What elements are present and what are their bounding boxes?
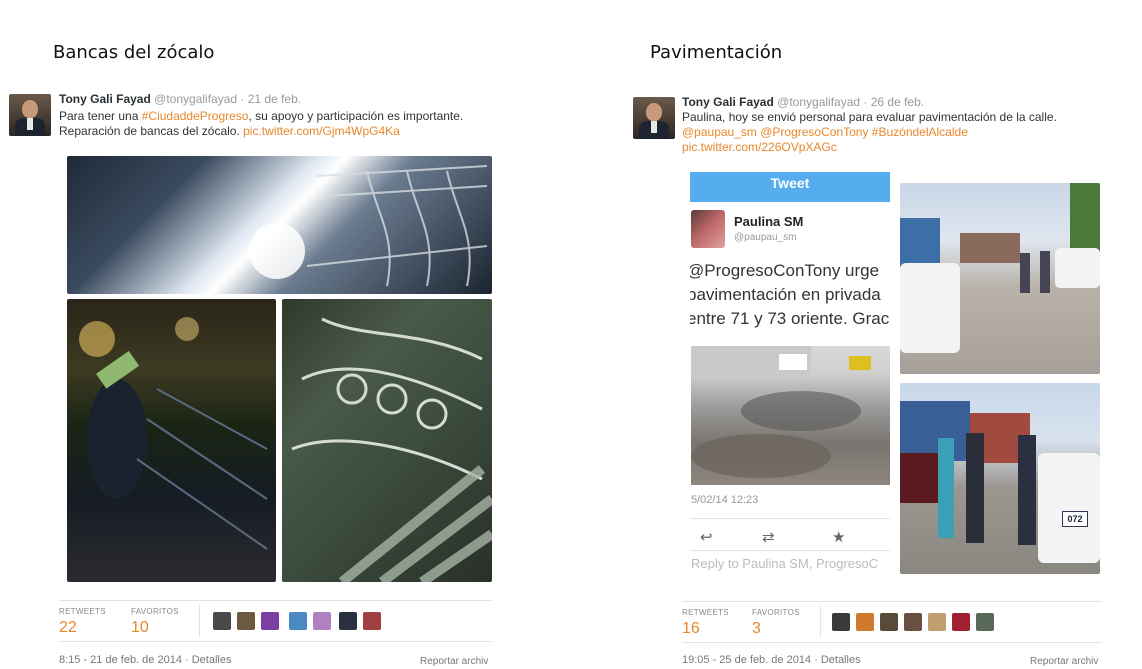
- retweets-count[interactable]: 16: [682, 620, 700, 638]
- user-avatar-thumb[interactable]: [261, 612, 279, 630]
- stats-bar: RETWEETS 22 FAVORITOS 10: [59, 600, 492, 642]
- favorites-count[interactable]: 3: [752, 620, 761, 638]
- author-name[interactable]: Tony Gali Fayad: [682, 95, 774, 109]
- favorites-label: FAVORITOS: [131, 607, 179, 616]
- user-avatar-thumb[interactable]: [832, 613, 850, 631]
- section-title-pavimentacion: Pavimentación: [650, 42, 783, 63]
- hashtag-link[interactable]: #CiudaddeProgreso: [142, 109, 249, 123]
- section-title-bancas: Bancas del zócalo: [53, 42, 215, 63]
- user-avatar-thumb[interactable]: [289, 612, 307, 630]
- author-handle[interactable]: @tonygalifayad: [154, 92, 237, 106]
- user-avatar-thumb[interactable]: [952, 613, 970, 631]
- tweet-text-line: Paulina, hoy se envió personal para eval…: [682, 110, 1057, 124]
- tweet-date[interactable]: · 26 de feb.: [863, 95, 924, 109]
- pic-link[interactable]: pic.twitter.com/Gjm4WpG4Ka: [243, 124, 400, 138]
- embedded-text-line: entre 71 y 73 oriente. Grac: [690, 309, 890, 328]
- avatar[interactable]: [633, 97, 675, 139]
- tweet-timestamp[interactable]: 19:05 - 25 de feb. de 2014 · Detalles: [682, 654, 861, 666]
- mentions-link[interactable]: @paupau_sm @ProgresoConTony #BuzóndelAlc…: [682, 125, 1057, 140]
- embedded-tweet-screenshot[interactable]: Tweet Paulina SM @paupau_sm @ProgresoCon…: [690, 172, 890, 580]
- tweet-text: Para tener una #CiudaddeProgreso, su apo…: [59, 109, 463, 139]
- tweet-text-segment: Para tener una: [59, 109, 142, 123]
- user-avatar-thumb[interactable]: [313, 612, 331, 630]
- pic-link[interactable]: pic.twitter.com/226OVpXAGc: [682, 140, 1057, 155]
- user-avatar-thumb[interactable]: [880, 613, 898, 631]
- embedded-user-name: Paulina SM: [734, 214, 804, 229]
- embedded-user-handle: @paupau_sm: [734, 232, 797, 243]
- favorite-icon: ★: [832, 529, 846, 546]
- user-avatar-thumb[interactable]: [339, 612, 357, 630]
- user-avatar-thumb[interactable]: [856, 613, 874, 631]
- photo-night-workers[interactable]: [67, 299, 276, 582]
- retweets-label: RETWEETS: [59, 607, 106, 616]
- stats-bar: RETWEETS 16 FAVORITOS 3: [682, 601, 1102, 643]
- tweet-bar: Tweet: [690, 172, 890, 202]
- reply-input: Reply to Paulina SM, ProgresoC: [691, 556, 879, 571]
- author-handle[interactable]: @tonygalifayad: [777, 95, 860, 109]
- avatar[interactable]: [9, 94, 51, 136]
- user-avatar-thumb[interactable]: [213, 612, 231, 630]
- embedded-text-line: pavimentación en privada: [690, 285, 881, 304]
- tweet-header: Tony Gali Fayad @tonygalifayad · 21 de f…: [59, 92, 301, 106]
- street-photo: [691, 346, 890, 485]
- tweet-text-segment: , su apoyo y participación es importante…: [248, 109, 464, 123]
- user-avatar-thumb[interactable]: [976, 613, 994, 631]
- report-link[interactable]: Reportar archiv: [420, 656, 488, 667]
- favorites-count[interactable]: 10: [131, 619, 149, 637]
- reply-icon: ↩: [700, 529, 713, 546]
- tweet-date[interactable]: · 21 de feb.: [240, 92, 301, 106]
- retweet-icon: ⇄: [762, 529, 775, 546]
- retweets-count[interactable]: 22: [59, 619, 77, 637]
- paulina-avatar: [691, 210, 725, 248]
- embedded-text-line: @ProgresoConTony urge: [690, 261, 880, 280]
- embedded-timestamp: 5/02/14 12:23: [691, 494, 759, 506]
- user-avatar-thumb[interactable]: [237, 612, 255, 630]
- license-plate: 072: [1062, 511, 1088, 527]
- retweets-label: RETWEETS: [682, 608, 729, 617]
- tweet-text-segment: Reparación de bancas del zócalo.: [59, 124, 244, 138]
- favorites-label: FAVORITOS: [752, 608, 800, 617]
- tweet-timestamp[interactable]: 8:15 - 21 de feb. de 2014 · Detalles: [59, 654, 231, 666]
- photo-ornate-bench[interactable]: [282, 299, 492, 582]
- user-avatar-thumb[interactable]: [928, 613, 946, 631]
- author-name[interactable]: Tony Gali Fayad: [59, 92, 151, 106]
- user-avatar-thumb[interactable]: [904, 613, 922, 631]
- photo-welding[interactable]: [67, 156, 492, 294]
- photo-street-cars[interactable]: [900, 183, 1100, 374]
- report-link[interactable]: Reportar archiv: [1030, 656, 1098, 667]
- tweet-text: Paulina, hoy se envió personal para eval…: [682, 110, 1057, 155]
- photo-officials-meeting[interactable]: 072: [900, 383, 1100, 574]
- tweet-header: Tony Gali Fayad @tonygalifayad · 26 de f…: [682, 95, 924, 109]
- user-avatar-thumb[interactable]: [363, 612, 381, 630]
